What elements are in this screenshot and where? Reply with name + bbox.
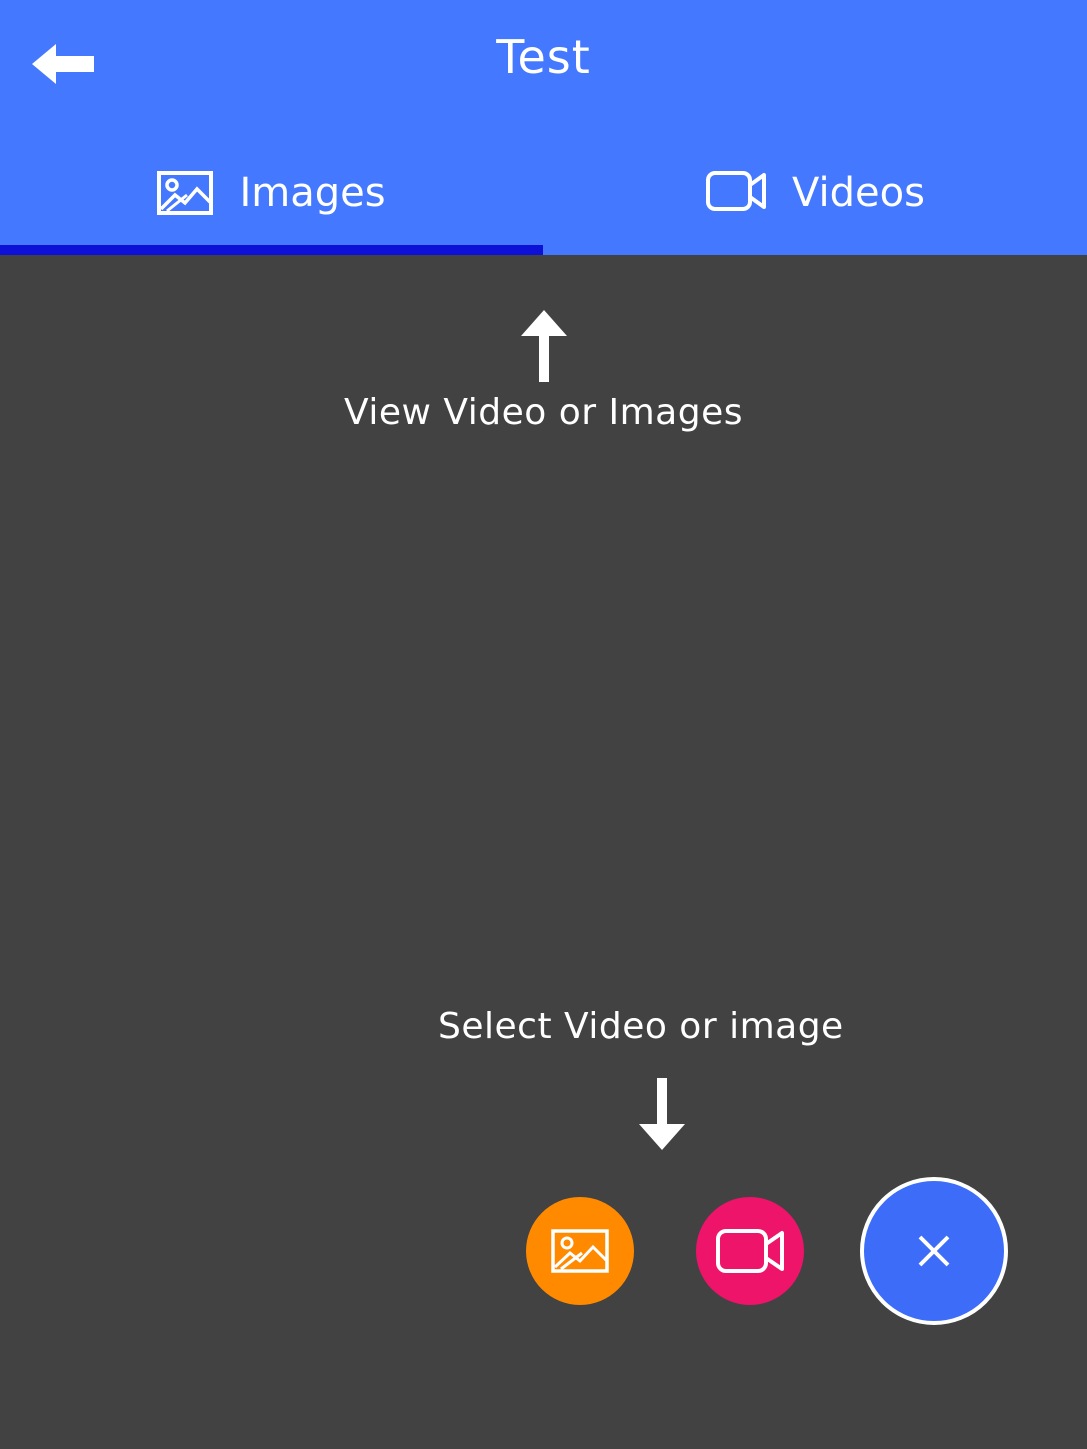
video-camera-icon (706, 170, 767, 215)
tab-videos-label: Videos (792, 169, 925, 216)
view-hint-text: View Video or Images (344, 392, 743, 433)
page-title: Test (496, 30, 591, 84)
arrow-down-icon (638, 1078, 686, 1154)
image-icon (157, 170, 214, 215)
close-fab-button[interactable] (860, 1177, 1008, 1325)
select-video-button[interactable] (696, 1197, 804, 1305)
tab-videos[interactable]: Videos (544, 130, 1087, 255)
video-camera-icon (716, 1229, 784, 1273)
image-icon (551, 1229, 609, 1273)
close-icon (918, 1235, 950, 1267)
app-bar: Test Images Videos (0, 0, 1087, 255)
tab-indicator (0, 245, 543, 255)
select-image-button[interactable] (526, 1197, 634, 1305)
tab-images[interactable]: Images (0, 130, 543, 255)
select-hint-text: Select Video or image (438, 1006, 844, 1047)
tab-images-label: Images (239, 169, 386, 216)
arrow-up-icon (519, 310, 569, 386)
